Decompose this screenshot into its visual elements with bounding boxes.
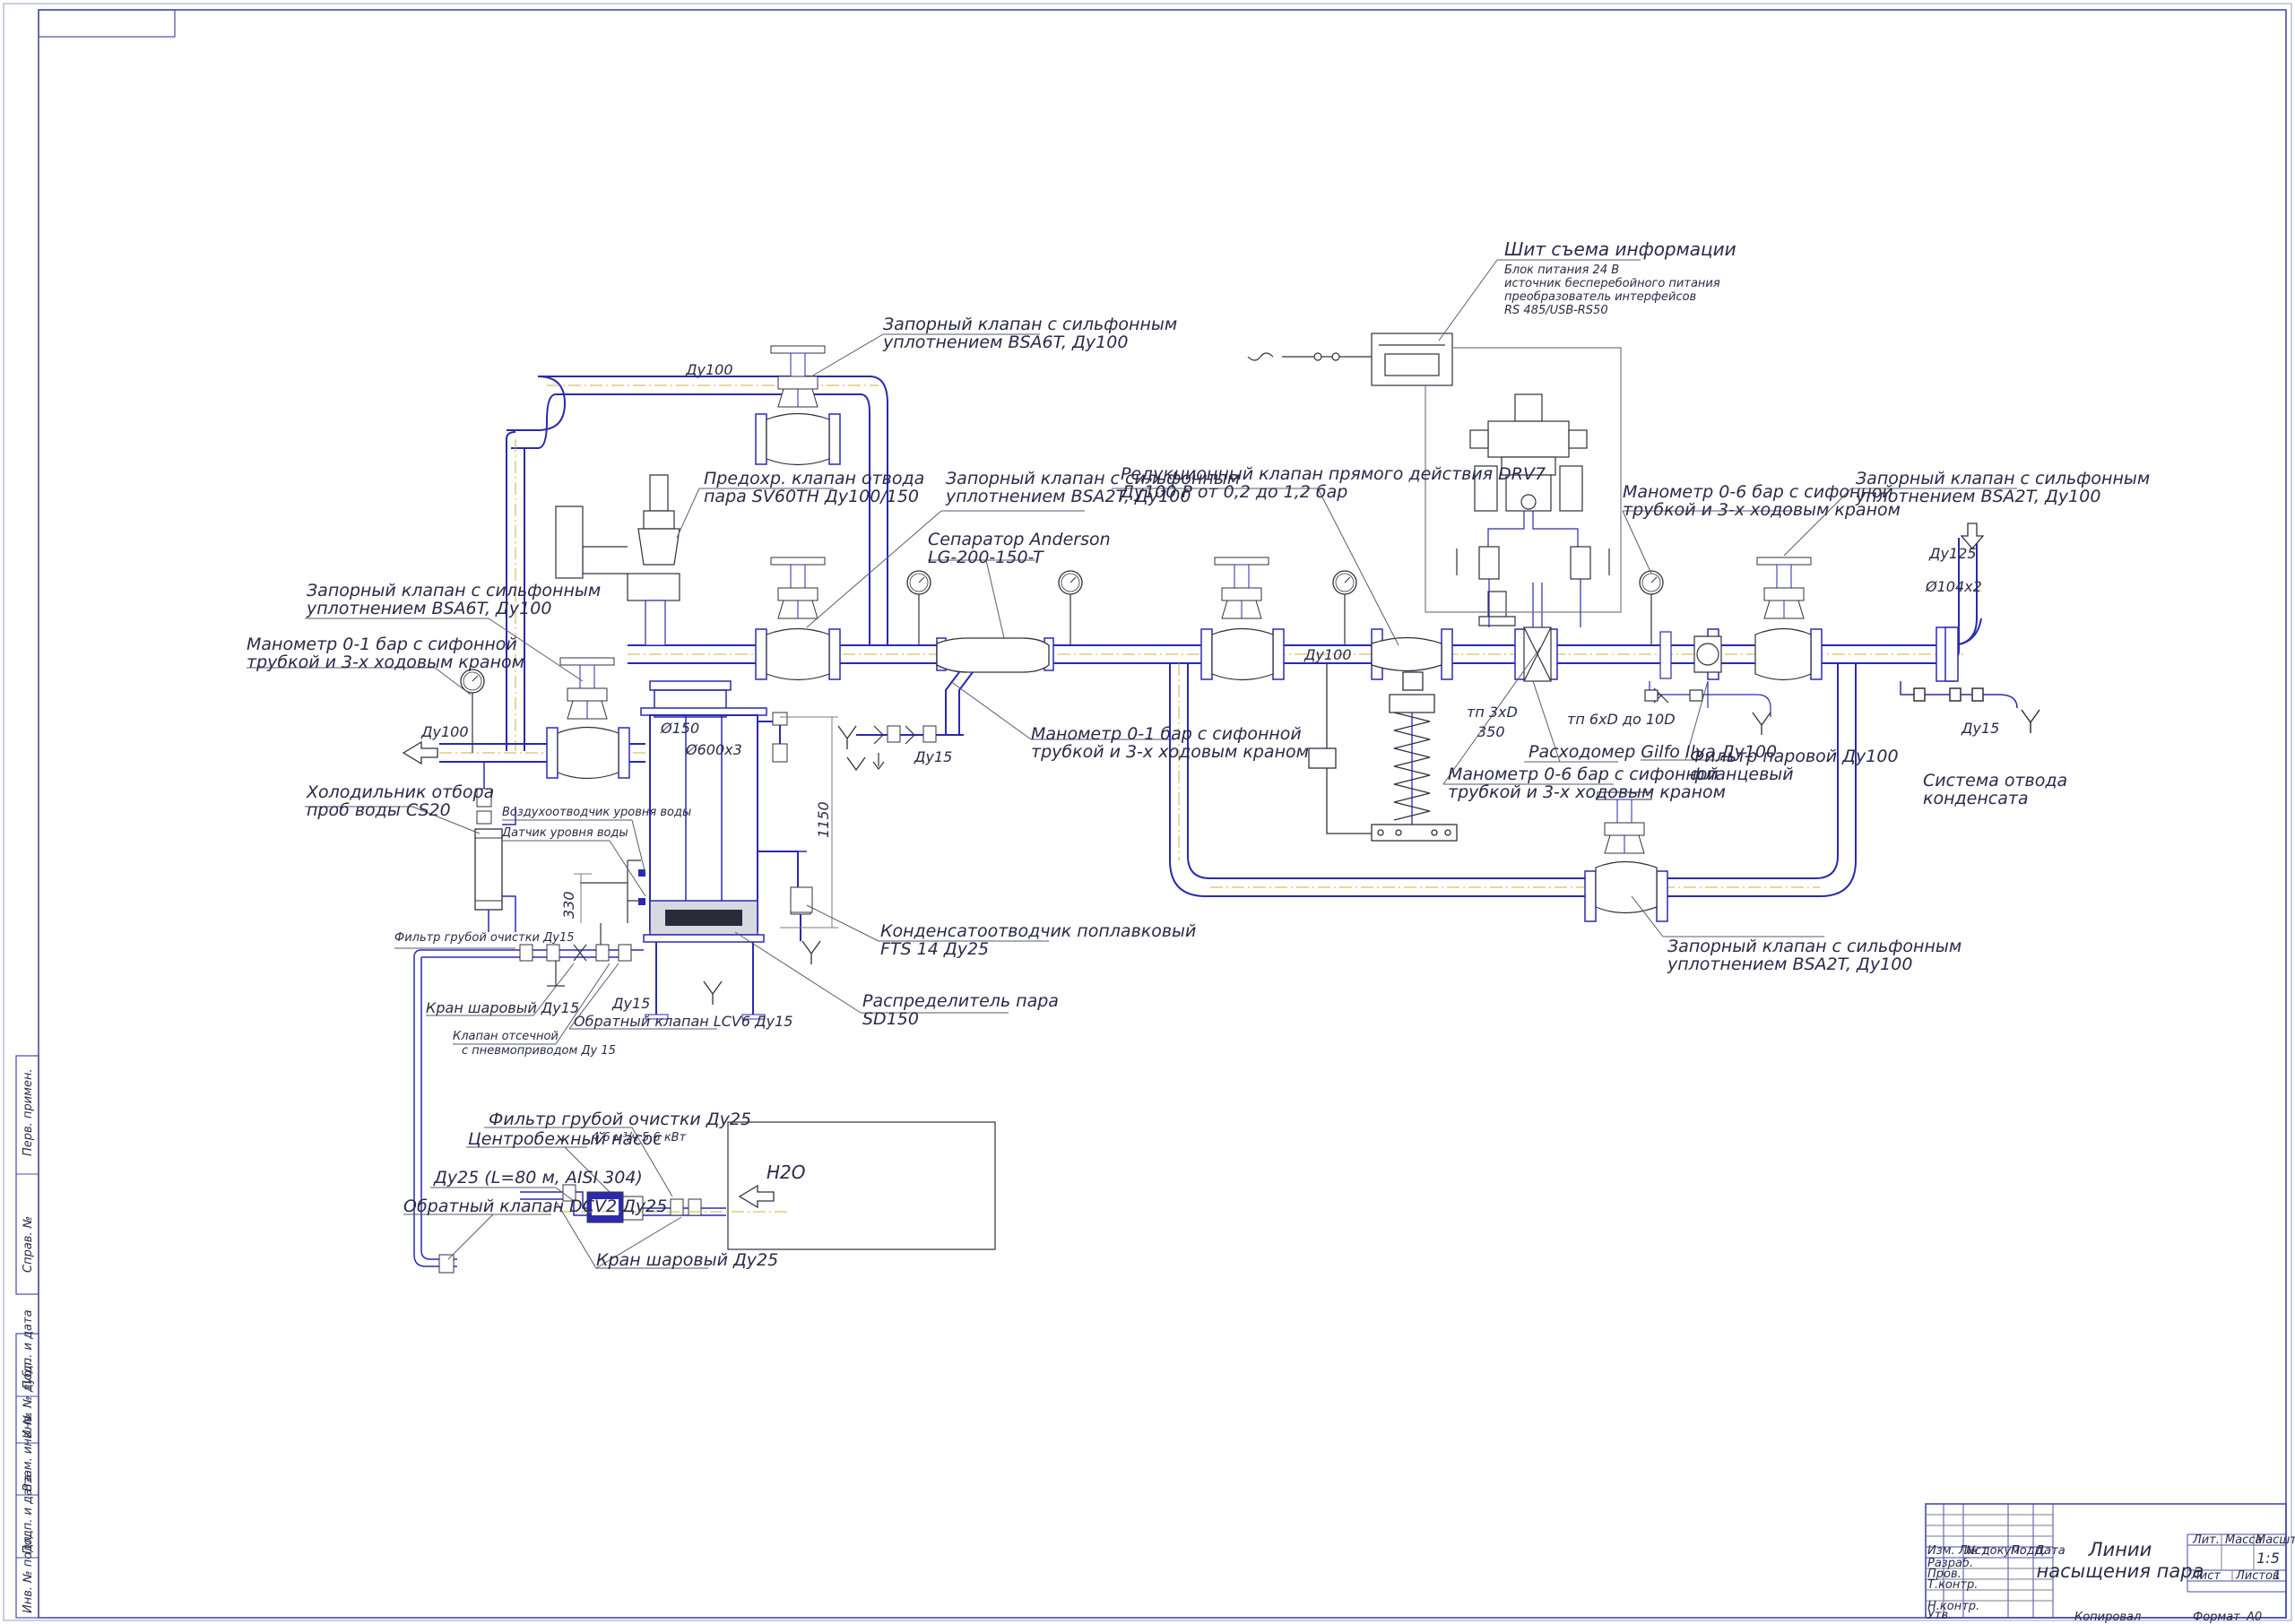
engineering-drawing: Перв. примен. Справ. № Подп. и дата Инв.… — [3, 3, 2295, 1624]
label-reducing-valve-2: Ду100 P от 0,2 до 1,2 бар — [1120, 482, 1347, 502]
label-manometer-06-right-1: Манометр 0-6 бар с сифонной — [1623, 482, 1893, 502]
tb-sheet-header: Лист — [2190, 1569, 2221, 1583]
label-manometer-06-low-1: Манометр 0-6 бар с сифонной — [1448, 764, 1719, 784]
label-check-valve-lcv6: Обратный клапан LCV6 Ду15 — [574, 1013, 792, 1030]
label-valve-bsa2t-bottom-2: уплотнением BSA2T, Ду100 — [1667, 955, 1912, 974]
label-dy125: Ду125 — [1928, 545, 1977, 562]
label-info-panel-line2: источник бесперебойного питания — [1504, 277, 1720, 290]
label-deaerator-level: Воздухоотводчик уровня воды — [502, 806, 691, 819]
label-water-tank: H2O — [766, 1162, 806, 1183]
label-coarse-filter-15: Фильтр грубой очистки Ду15 — [394, 931, 575, 945]
label-steam-filter-1: Фильтр паровой Ду100 — [1690, 747, 1899, 766]
label-reducing-valve-1: Редукционный клапан прямого действия DRV… — [1121, 464, 1546, 484]
label-dim-1150: 1150 — [815, 801, 832, 838]
label-steam-filter-2: фланцевый — [1690, 764, 1794, 784]
label-shutoff-valve-2: с пневмоприводом Ду 15 — [462, 1044, 616, 1058]
label-distributor-2: SD150 — [862, 1009, 919, 1029]
label-dim-350: 350 — [1477, 723, 1505, 740]
label-condensate-system-2: конденсата — [1923, 789, 2029, 808]
label-d600: Ø600х3 — [685, 741, 742, 758]
copied-by: Копировал — [2074, 1611, 2141, 1624]
sheet-format-label: Формат — [2193, 1611, 2240, 1624]
label-shutoff-valve-1: Клапан отсечной — [453, 1030, 559, 1043]
label-water-level-sensor: Датчик уровня воды — [501, 826, 628, 840]
drawing-title-line1: Линии — [2088, 1539, 2152, 1560]
label-valve-bsa6t-top-1: Запорный клапан с сильфонным — [883, 315, 1177, 334]
label-distributor-1: Распределитель пара — [862, 991, 1059, 1011]
label-info-panel-line4: RS 485/USB-RS50 — [1504, 304, 1608, 317]
label-valve-bsa2t-right-1: Запорный клапан с сильфонным — [1856, 469, 2150, 488]
label-ball-valve-15: Кран шаровый Ду15 — [426, 999, 579, 1016]
label-d150: Ø150 — [660, 720, 699, 737]
label-coarse-filter-25: Фильтр грубой очистки Ду25 — [489, 1110, 751, 1129]
label-cooler-2: проб воды CS20 — [307, 800, 451, 820]
label-separator-1: Сепаратор Anderson — [928, 530, 1111, 549]
tb-tech-control: Т.контр. — [1927, 1578, 1978, 1592]
drawing-title-line2: насыщения пара — [2037, 1560, 2204, 1582]
label-valve-bsa6t-left-1: Запорный клапан с сильфонным — [307, 581, 601, 600]
label-valve-bsa2t-bottom-1: Запорный клапан с сильфонным — [1667, 937, 1962, 956]
label-check-valve-dcv2: Обратный клапан DCV2 Ду25 — [403, 1196, 667, 1216]
tb-sheets-value: 1 — [2273, 1569, 2281, 1583]
label-dy100-top: Ду100 — [685, 361, 733, 378]
label-valve-bsa6t-top-2: уплотнением BSA6T, Ду100 — [882, 333, 1128, 352]
label-dy15-a: Ду15 — [914, 748, 952, 765]
label-manometer-01-left-2: трубкой и 3-х ходовым краном — [247, 652, 524, 672]
label-cooler-1: Холодильник отбора — [306, 782, 494, 802]
label-manometer-01-left-1: Манометр 0-1 бар с сифонной — [247, 635, 517, 654]
tb-scale-value: 1:5 — [2256, 1550, 2280, 1567]
label-valve-bsa2t-right-2: уплотнением BSA2T, Ду100 — [1855, 487, 2100, 506]
label-info-panel-line3: преобразователь интерфейсов — [1504, 290, 1696, 304]
label-condensate-system-1: Система отвода — [1923, 771, 2067, 790]
tb-date: Дата — [2034, 1544, 2066, 1558]
label-manometer-06-low-2: трубкой и 3-х ходовым краном — [1448, 782, 1726, 802]
label-dy15-b: Ду15 — [611, 995, 650, 1012]
label-pipe-spec: Ду25 (L=80 м, AISI 304) — [433, 1168, 643, 1188]
label-float-trap-1: Конденсатоотводчик поплавковый — [880, 921, 1196, 941]
label-d104: Ø104х2 — [1925, 578, 1982, 595]
sheet-format-value: А0 — [2246, 1611, 2262, 1624]
label-dy100-left: Ду100 — [420, 723, 469, 740]
label-float-trap-2: FTS 14 Ду25 — [880, 939, 989, 959]
label-separator-2: LG-200-150-T — [928, 548, 1044, 567]
stamp-inv-orig: Инв. № подл. — [22, 1533, 35, 1613]
label-safety-valve-2: пара SV60TH Ду100/150 — [704, 487, 919, 506]
label-manometer-01-mid-2: трубкой и 3-х ходовым краном — [1031, 742, 1309, 762]
label-ball-valve-25: Кран шаровый Ду25 — [596, 1250, 778, 1270]
label-valve-bsa6t-left-2: уплотнением BSA6T, Ду100 — [306, 599, 551, 618]
tb-lit-header: Лит. — [2192, 1533, 2220, 1547]
label-manometer-01-mid-1: Манометр 0-1 бар с сифонной — [1031, 724, 1302, 744]
label-dim-330: 330 — [560, 891, 577, 919]
label-dy15-c: Ду15 — [1961, 720, 1999, 737]
label-pump-spec: 4,6 м³/ч 5,6 кВт — [592, 1131, 687, 1145]
stamp-first-use: Перв. примен. — [22, 1068, 35, 1156]
label-info-panel-title: Шит съема информации — [1504, 238, 1736, 260]
label-tp-3d: тп 3хD — [1467, 704, 1518, 721]
label-info-panel-line1: Блок питания 24 В — [1504, 263, 1619, 277]
label-tp-6d: тп 6хD до 10D — [1567, 711, 1676, 728]
label-safety-valve-1: Предохр. клапан отвода — [704, 469, 924, 488]
tb-scale-header: Масштаб — [2256, 1533, 2295, 1547]
label-dy100-mid: Ду100 — [1303, 646, 1352, 663]
tb-approved: Утв. — [1927, 1609, 1952, 1622]
stamp-ref-no: Справ. № — [22, 1216, 35, 1273]
